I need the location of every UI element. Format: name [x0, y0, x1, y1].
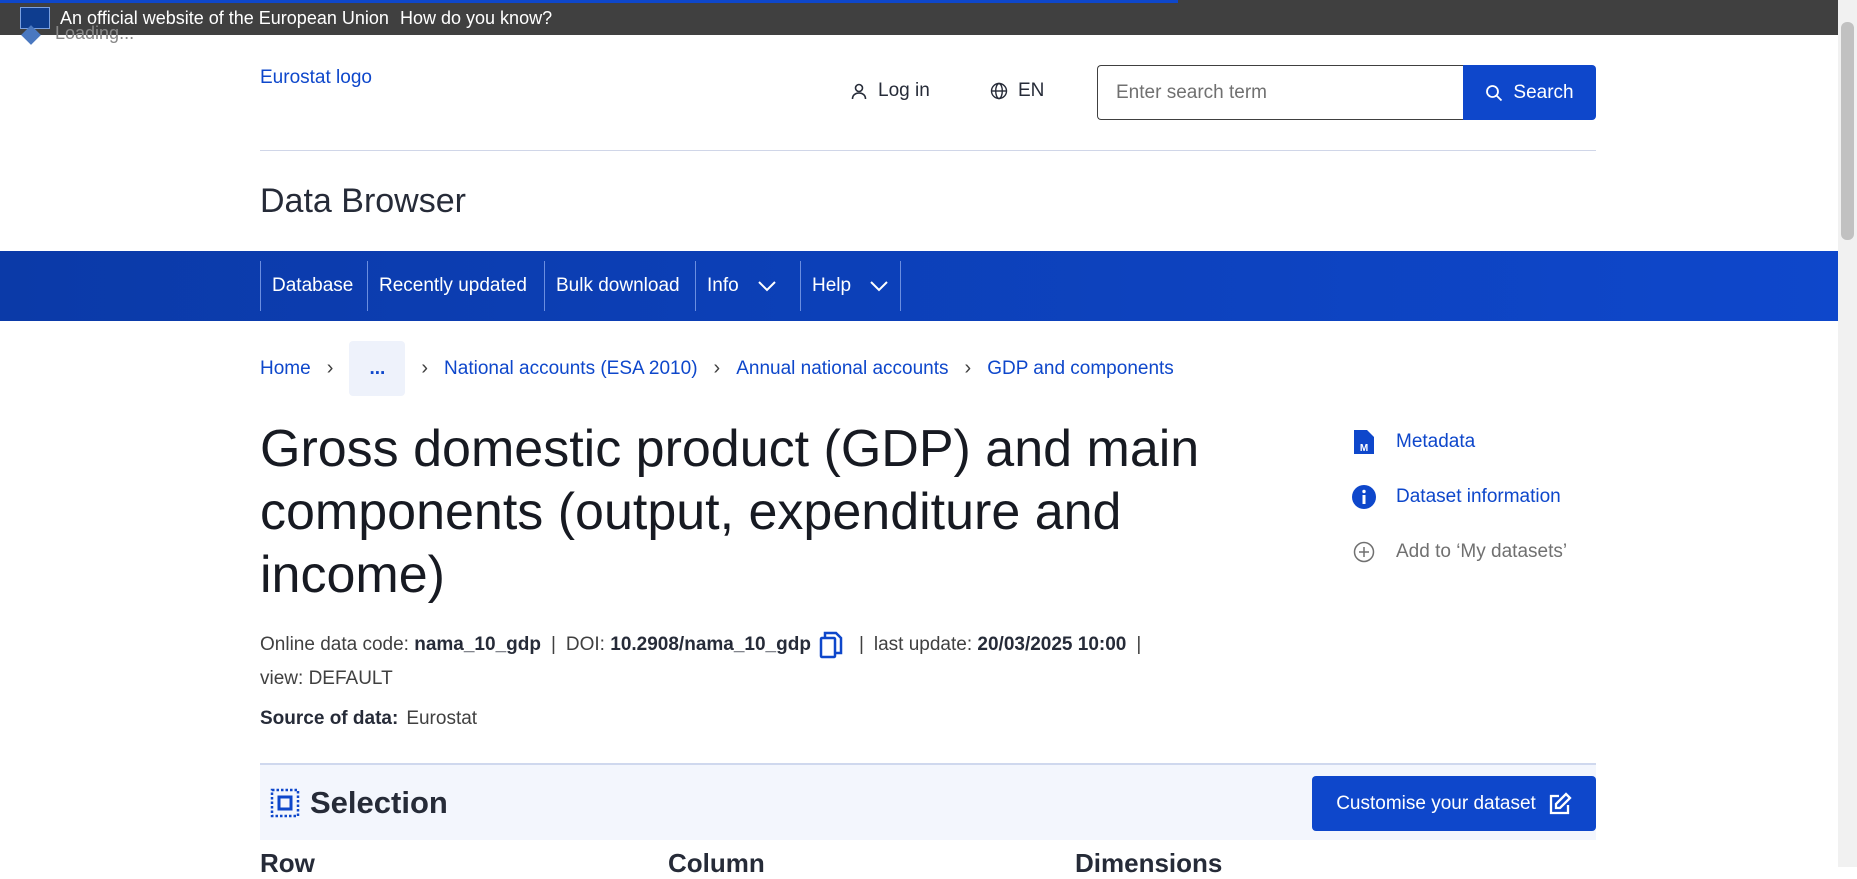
- nav-label: Bulk download: [556, 275, 680, 296]
- add-to-my-datasets-label: Add to ‘My datasets’: [1396, 541, 1568, 562]
- search-input[interactable]: [1097, 65, 1464, 120]
- nav-label: Info: [707, 275, 739, 296]
- nav-label: Database: [272, 275, 354, 296]
- nav-label: Recently updated: [379, 275, 527, 296]
- doi-value: 10.2908/nama_10_gdp: [610, 634, 811, 655]
- breadcrumb: Home › ... › National accounts (ESA 2010…: [260, 341, 1174, 396]
- last-update-value: 20/03/2025 10:00: [977, 634, 1127, 655]
- scrollbar-thumb[interactable]: [1841, 22, 1854, 240]
- search-icon: [1486, 84, 1503, 101]
- globe-icon: [990, 82, 1008, 100]
- column-heading: Column: [668, 848, 765, 878]
- info-icon: [1352, 485, 1376, 509]
- nav-help[interactable]: Help: [800, 261, 902, 311]
- language-label: EN: [1018, 80, 1045, 101]
- language-selector[interactable]: EN: [990, 80, 1044, 102]
- nav-info[interactable]: Info: [695, 261, 788, 311]
- selection-icon: [270, 788, 300, 818]
- chevron-down-icon: [757, 281, 776, 292]
- source-value: Eurostat: [406, 708, 478, 729]
- breadcrumb-home[interactable]: Home: [260, 358, 311, 380]
- main-nav: Database Recently updated Bulk download …: [0, 251, 1838, 321]
- breadcrumb-item[interactable]: GDP and components: [987, 358, 1174, 380]
- breadcrumb-item[interactable]: National accounts (ESA 2010): [444, 358, 698, 380]
- login-link[interactable]: Log in: [850, 80, 930, 102]
- app-title: Data Browser: [260, 182, 466, 220]
- doi-label: DOI:: [565, 634, 605, 655]
- nav-database[interactable]: Database: [260, 261, 364, 311]
- chevron-right-icon: ›: [713, 357, 721, 379]
- dataset-meta: Online data code: nama_10_gdp | DOI: 10.…: [260, 631, 1151, 659]
- loading-progress-bar: [0, 0, 1178, 3]
- page-title: Gross domestic product (GDP) and main co…: [260, 420, 1200, 604]
- chevron-right-icon: ›: [326, 357, 334, 379]
- copy-icon[interactable]: [819, 631, 843, 659]
- source-label: Source of data:: [260, 708, 399, 729]
- separator: |: [858, 634, 864, 655]
- eurostat-logo[interactable]: Eurostat logo: [260, 67, 372, 89]
- source-of-data: Source of data: Eurostat: [260, 708, 477, 730]
- search-button[interactable]: Search: [1463, 65, 1596, 120]
- eu-flag-icon: [20, 7, 50, 29]
- code-label: Online data code:: [260, 634, 409, 655]
- breadcrumb-item[interactable]: Annual national accounts: [736, 358, 948, 380]
- eu-official-bar: An official website of the European Unio…: [0, 0, 1838, 35]
- chevron-down-icon: [870, 281, 888, 292]
- chevron-right-icon: ›: [964, 357, 972, 379]
- login-label: Log in: [878, 80, 930, 101]
- metadata-label: Metadata: [1396, 431, 1476, 452]
- search-button-label: Search: [1513, 81, 1574, 103]
- data-code: nama_10_gdp: [414, 634, 541, 655]
- how-do-you-know-link[interactable]: How do you know?: [400, 8, 552, 29]
- plus-circle-icon: [1352, 540, 1376, 564]
- update-label: last update:: [873, 634, 973, 655]
- nav-label: Help: [812, 275, 852, 296]
- dimensions-heading: Dimensions: [1075, 848, 1223, 878]
- separator: |: [1136, 634, 1142, 655]
- nav-recently-updated[interactable]: Recently updated: [367, 261, 538, 311]
- row-heading: Row: [260, 848, 315, 878]
- dataset-information-label: Dataset information: [1396, 486, 1561, 507]
- selection-title: Selection: [310, 785, 448, 820]
- separator: |: [550, 634, 556, 655]
- dataset-information-link[interactable]: Dataset information: [1352, 485, 1561, 509]
- header-divider: [260, 150, 1596, 151]
- chevron-right-icon: ›: [421, 357, 429, 379]
- nav-bulk-download[interactable]: Bulk download: [544, 261, 691, 311]
- metadata-link[interactable]: M Metadata: [1352, 430, 1475, 454]
- user-icon: [851, 83, 867, 100]
- selection-panel: Selection Customise your dataset: [260, 763, 1596, 840]
- customise-label: Customise your dataset: [1336, 792, 1536, 814]
- edit-icon: [1549, 791, 1572, 814]
- add-to-my-datasets-link[interactable]: Add to ‘My datasets’: [1352, 540, 1567, 564]
- svg-text:M: M: [1360, 443, 1368, 454]
- selection-heading: Selection: [270, 785, 448, 821]
- metadata-file-icon: M: [1352, 430, 1376, 454]
- customise-dataset-button[interactable]: Customise your dataset: [1312, 776, 1596, 831]
- loading-text: Loading...: [55, 23, 135, 43]
- breadcrumb-ellipsis-button[interactable]: ...: [349, 341, 406, 396]
- view-value: view: DEFAULT: [260, 668, 393, 689]
